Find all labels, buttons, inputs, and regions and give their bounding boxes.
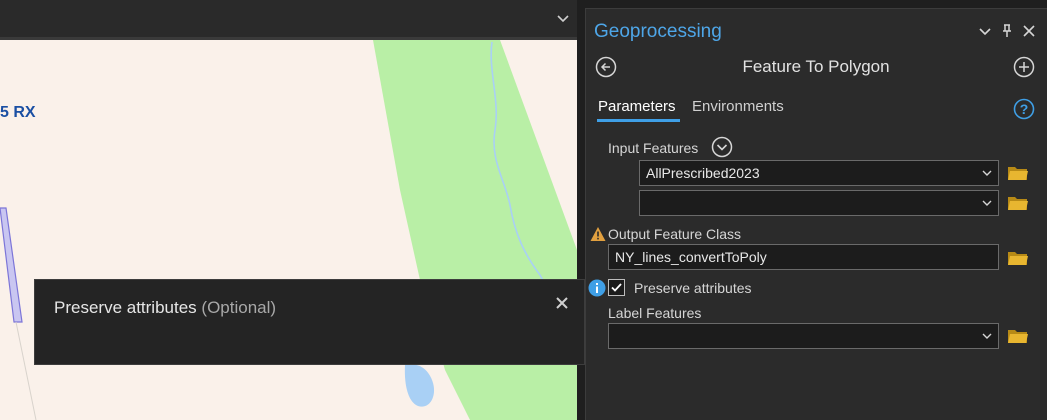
tooltip-title-text: Preserve attributes <box>54 298 197 317</box>
close-icon[interactable] <box>554 295 570 311</box>
tool-name: Feature To Polygon <box>742 57 890 76</box>
lake-shape <box>404 364 435 407</box>
label-features-label: Label Features <box>608 305 702 321</box>
preserve-attributes-checkbox[interactable] <box>608 279 625 296</box>
input-features-dropdown-2[interactable] <box>639 190 999 216</box>
chevron-down-icon[interactable] <box>711 136 733 158</box>
tab-environments[interactable]: Environments <box>692 98 784 115</box>
warning-icon <box>590 227 606 241</box>
active-tab-indicator <box>597 119 680 122</box>
parameter-tooltip: Preserve attributes (Optional) <box>34 279 585 365</box>
svg-text:?: ? <box>1020 101 1029 117</box>
folder-icon[interactable] <box>1007 327 1029 345</box>
input-features-label: Input Features <box>608 140 699 156</box>
chevron-down-icon[interactable] <box>977 23 993 39</box>
chevron-down-icon[interactable] <box>982 199 992 207</box>
info-icon[interactable] <box>588 279 606 297</box>
pin-icon[interactable] <box>999 23 1015 39</box>
help-icon[interactable]: ? <box>1013 98 1035 120</box>
map-top-strip <box>0 0 577 37</box>
tooltip-optional-text: (Optional) <box>201 298 277 317</box>
output-feature-class-label: Output Feature Class <box>608 226 742 242</box>
checkmark-icon <box>611 283 622 292</box>
chevron-down-icon[interactable] <box>982 332 992 340</box>
input-features-value-1: AllPrescribed2023 <box>646 165 760 181</box>
purple-strip-polygon <box>0 207 23 323</box>
chevron-down-icon[interactable] <box>555 10 571 26</box>
road-line <box>15 321 37 420</box>
output-feature-class-value: NY_lines_convertToPoly <box>615 249 767 265</box>
map-feature-label: 5 RX <box>0 104 36 121</box>
add-icon[interactable] <box>1013 56 1035 78</box>
folder-icon[interactable] <box>1007 194 1029 212</box>
input-features-dropdown-1[interactable]: AllPrescribed2023 <box>639 160 999 186</box>
preserve-attributes-label: Preserve attributes <box>634 280 752 296</box>
pane-title: Geoprocessing <box>594 21 722 42</box>
folder-icon[interactable] <box>1007 164 1029 182</box>
folder-icon[interactable] <box>1007 249 1029 267</box>
output-feature-class-input[interactable]: NY_lines_convertToPoly <box>608 244 999 270</box>
geoprocessing-pane: Geoprocessing Feature To Polygon Paramet… <box>585 8 1047 420</box>
close-icon[interactable] <box>1021 23 1037 39</box>
tab-parameters[interactable]: Parameters <box>598 98 676 115</box>
label-features-dropdown[interactable] <box>608 323 999 349</box>
tooltip-title: Preserve attributes (Optional) <box>54 298 276 318</box>
chevron-down-icon[interactable] <box>982 169 992 177</box>
